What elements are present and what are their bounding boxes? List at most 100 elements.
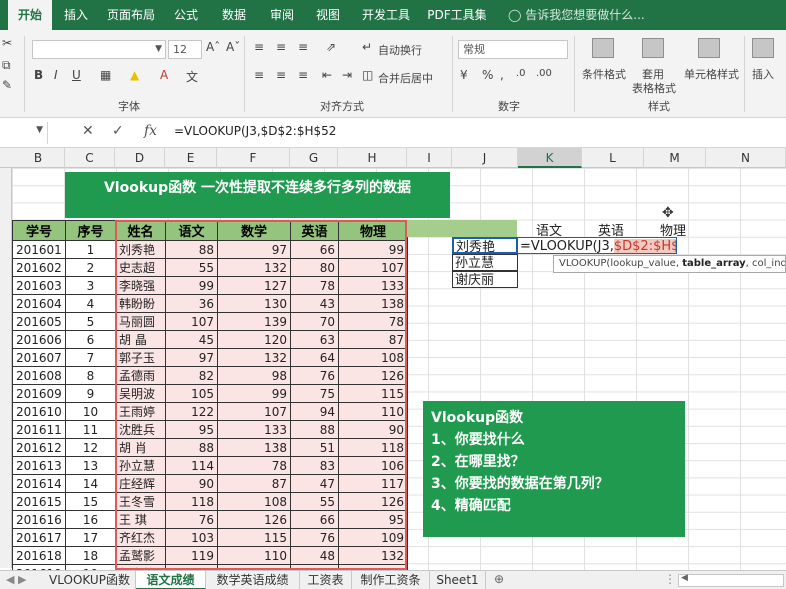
name-box[interactable]: ▼: [0, 122, 48, 144]
percent-icon[interactable]: %: [482, 68, 493, 82]
align-left-icon[interactable]: ≡: [254, 68, 264, 82]
table-cell[interactable]: 刘秀艳: [115, 240, 166, 259]
format-painter-icon[interactable]: ✎: [2, 78, 12, 92]
tab-formulas[interactable]: 公式: [166, 0, 206, 30]
table-cell[interactable]: 63: [290, 330, 339, 349]
table-cell[interactable]: 3: [65, 276, 116, 295]
tab-page-layout[interactable]: 页面布局: [100, 0, 162, 30]
table-cell[interactable]: 胡 晶: [115, 330, 166, 349]
table-cell[interactable]: 马丽圆: [115, 312, 166, 331]
table-cell[interactable]: 98: [217, 366, 291, 385]
comma-icon[interactable]: ,: [500, 68, 504, 82]
table-cell[interactable]: 122: [165, 402, 218, 421]
table-cell[interactable]: 沈胜兵: [115, 420, 166, 439]
table-cell[interactable]: 126: [338, 492, 408, 511]
table-cell[interactable]: 201611: [12, 420, 66, 439]
table-cell[interactable]: 94: [290, 402, 339, 421]
table-cell[interactable]: 83: [290, 456, 339, 475]
merge-center-label[interactable]: 合并后居中: [378, 70, 433, 86]
table-cell[interactable]: 132: [338, 546, 408, 565]
table-cell[interactable]: 115: [338, 384, 408, 403]
table-cell[interactable]: 14: [65, 474, 116, 493]
tab-view[interactable]: 视图: [308, 0, 348, 30]
table-cell[interactable]: 95: [165, 420, 218, 439]
table-cell[interactable]: 88: [165, 438, 218, 457]
table-cell[interactable]: 118: [338, 438, 408, 457]
table-cell[interactable]: 78: [338, 312, 408, 331]
tab-pdf-tools[interactable]: PDF工具集: [422, 0, 492, 30]
table-cell[interactable]: 138: [338, 294, 408, 313]
table-cell[interactable]: 133: [217, 420, 291, 439]
tab-review[interactable]: 审阅: [262, 0, 302, 30]
table-cell[interactable]: 107: [165, 312, 218, 331]
table-cell[interactable]: 13: [65, 456, 116, 475]
conditional-format-label[interactable]: 条件格式: [582, 66, 626, 82]
table-cell[interactable]: 201615: [12, 492, 66, 511]
table-cell[interactable]: 201603: [12, 276, 66, 295]
table-cell[interactable]: 17: [65, 528, 116, 547]
table-cell[interactable]: 110: [217, 546, 291, 565]
table-cell[interactable]: 99: [165, 276, 218, 295]
column-header[interactable]: H: [338, 148, 407, 168]
table-cell[interactable]: 66: [290, 510, 339, 529]
column-header[interactable]: L: [582, 148, 644, 168]
table-cell[interactable]: 7: [65, 348, 116, 367]
formula-input[interactable]: =VLOOKUP(J3,$D$2:$H$52: [174, 124, 336, 138]
tab-data[interactable]: 数据: [214, 0, 254, 30]
table-cell[interactable]: 126: [338, 366, 408, 385]
header-math[interactable]: 数学: [217, 220, 291, 241]
align-bottom-icon[interactable]: ≡: [298, 40, 308, 54]
table-cell[interactable]: 11: [65, 420, 116, 439]
align-center-icon[interactable]: ≡: [276, 68, 286, 82]
orientation-icon[interactable]: ⇗: [326, 40, 336, 54]
table-cell[interactable]: 127: [217, 276, 291, 295]
table-cell[interactable]: 133: [338, 276, 408, 295]
horizontal-scrollbar[interactable]: ◀: [678, 573, 784, 587]
align-middle-icon[interactable]: ≡: [276, 40, 286, 54]
table-cell[interactable]: 138: [217, 438, 291, 457]
table-cell[interactable]: 201617: [12, 528, 66, 547]
cut-icon[interactable]: ✂: [2, 36, 12, 50]
sheet-nav-arrows[interactable]: ◀ ▶: [0, 571, 44, 589]
table-cell[interactable]: 130: [217, 294, 291, 313]
merge-center-icon[interactable]: ◫: [362, 68, 373, 82]
table-cell[interactable]: 76: [165, 510, 218, 529]
currency-icon[interactable]: ¥: [460, 68, 468, 82]
table-cell[interactable]: 108: [217, 492, 291, 511]
table-cell[interactable]: 201612: [12, 438, 66, 457]
conditional-format-icon[interactable]: [592, 38, 614, 58]
shrink-font-icon[interactable]: Aˇ: [226, 40, 240, 54]
table-cell[interactable]: 107: [217, 402, 291, 421]
table-cell[interactable]: 120: [217, 330, 291, 349]
table-cell[interactable]: 8: [65, 366, 116, 385]
table-cell[interactable]: 201608: [12, 366, 66, 385]
table-cell[interactable]: 78: [290, 276, 339, 295]
sheet-tab[interactable]: 数学英语成绩: [206, 571, 300, 589]
font-name-box[interactable]: ▼: [32, 40, 166, 59]
table-cell[interactable]: 105: [165, 384, 218, 403]
format-as-table-label2[interactable]: 表格格式: [632, 80, 676, 96]
table-cell[interactable]: 4: [65, 294, 116, 313]
table-cell[interactable]: 201610: [12, 402, 66, 421]
column-header[interactable]: D: [115, 148, 165, 168]
table-cell[interactable]: 孟德雨: [115, 366, 166, 385]
align-top-icon[interactable]: ≡: [254, 40, 264, 54]
column-header[interactable]: N: [706, 148, 786, 168]
table-cell[interactable]: 201602: [12, 258, 66, 277]
table-cell[interactable]: 201601: [12, 240, 66, 259]
table-cell[interactable]: 88: [165, 240, 218, 259]
insert-cells-icon[interactable]: [752, 38, 774, 58]
table-cell[interactable]: 132: [217, 258, 291, 277]
table-cell[interactable]: 97: [217, 240, 291, 259]
table-cell[interactable]: 16: [65, 510, 116, 529]
lookup-name-cell[interactable]: 孙立慧: [452, 254, 518, 271]
table-cell[interactable]: 6: [65, 330, 116, 349]
tell-me-box[interactable]: ◯ 告诉我您想要做什么...: [508, 0, 645, 30]
table-cell[interactable]: 82: [165, 366, 218, 385]
table-cell[interactable]: 95: [338, 510, 408, 529]
enter-icon[interactable]: ✓: [112, 123, 124, 139]
table-cell[interactable]: 109: [338, 528, 408, 547]
table-cell[interactable]: 孟鹫影: [115, 546, 166, 565]
table-cell[interactable]: 201604: [12, 294, 66, 313]
table-cell[interactable]: 201605: [12, 312, 66, 331]
